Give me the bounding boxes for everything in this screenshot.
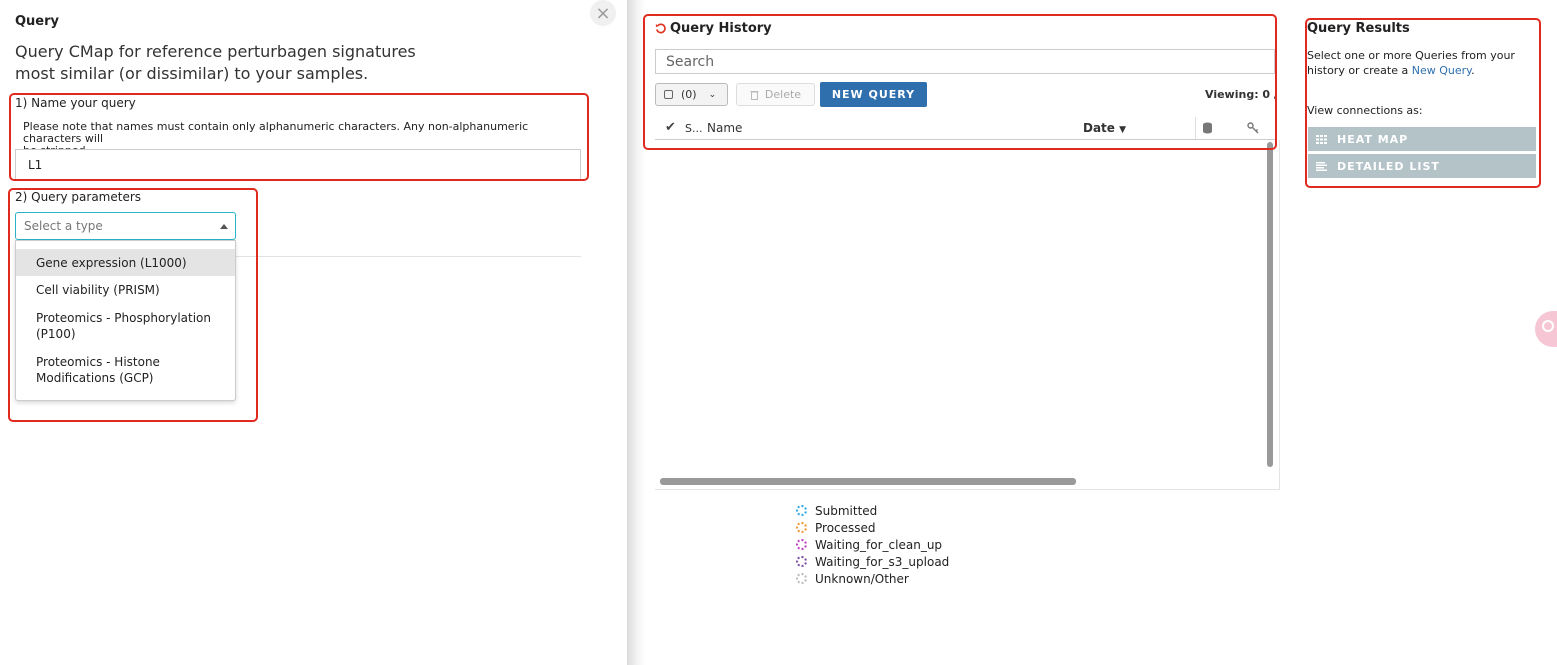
query-history-panel: Query History Search (0) ⌄ Delete NEW QU… xyxy=(643,0,1295,665)
chevron-down-icon: ⌄ xyxy=(708,89,717,100)
view-as-label: View connections as: xyxy=(1307,104,1423,117)
query-panel-title: Query xyxy=(15,14,60,29)
new-query-link[interactable]: New Query xyxy=(1412,64,1471,77)
legend-label: Processed xyxy=(815,520,876,535)
type-dropdown: Gene expression (L1000) Cell viability (… xyxy=(15,240,236,401)
trash-icon xyxy=(750,90,759,100)
legend-item-waiting-clean-up: Waiting_for_clean_up xyxy=(796,536,949,553)
results-text-suffix: . xyxy=(1471,64,1475,77)
date-column-label: Date xyxy=(1083,121,1115,135)
legend-item-processed: Processed xyxy=(796,519,949,536)
check-all-icon[interactable]: ✔ xyxy=(665,120,676,135)
history-table-header: ✔ S... Name Date ▼ xyxy=(655,117,1275,140)
list-icon xyxy=(1316,161,1327,171)
grid-icon xyxy=(1316,134,1327,144)
caret-up-icon xyxy=(220,224,228,229)
type-option-histone[interactable]: Proteomics - Histone Modifications (GCP) xyxy=(16,348,235,392)
select-all-dropdown[interactable]: (0) ⌄ xyxy=(655,83,728,106)
section-divider xyxy=(236,256,581,257)
option-label-line-2: (P100) xyxy=(36,327,76,341)
name-note-line-1: Please note that names must contain only… xyxy=(23,120,529,145)
name-section-label: 1) Name your query xyxy=(15,96,136,110)
type-option-phosphorylation[interactable]: Proteomics - Phosphorylation (P100) xyxy=(16,304,235,348)
spinner-icon xyxy=(796,522,807,533)
query-name-input[interactable]: L1 xyxy=(15,149,581,181)
history-title: Query History xyxy=(670,21,772,36)
legend-label: Waiting_for_clean_up xyxy=(815,537,943,552)
new-query-button[interactable]: NEW QUERY xyxy=(820,82,927,107)
column-divider xyxy=(1195,117,1196,139)
type-select-placeholder: Select a type xyxy=(24,219,103,233)
date-column-header[interactable]: Date ▼ xyxy=(1083,121,1126,135)
status-column-header[interactable]: S... xyxy=(685,122,702,135)
name-column-header[interactable]: Name xyxy=(707,121,742,135)
spinner-icon xyxy=(796,505,807,516)
panel-shadow xyxy=(627,0,645,665)
results-description: Select one or more Queries from your his… xyxy=(1307,48,1537,78)
type-select[interactable]: Select a type xyxy=(15,212,236,240)
option-label-line-1: Proteomics - Histone xyxy=(36,355,160,369)
vertical-scrollbar[interactable] xyxy=(1267,142,1273,467)
option-label: Cell viability (PRISM) xyxy=(36,283,160,297)
widget-icon xyxy=(1542,320,1554,332)
history-table-body[interactable] xyxy=(655,140,1280,490)
legend-label: Waiting_for_s3_upload xyxy=(815,554,950,569)
heat-map-button[interactable]: HEAT MAP xyxy=(1308,127,1536,151)
heat-map-label: HEAT MAP xyxy=(1337,132,1409,146)
query-results-panel: Query Results Select one or more Queries… xyxy=(1305,0,1545,200)
legend-item-submitted: Submitted xyxy=(796,502,949,519)
delete-button[interactable]: Delete xyxy=(736,83,815,106)
results-title: Query Results xyxy=(1307,21,1410,36)
detailed-list-button[interactable]: DETAILED LIST xyxy=(1308,154,1536,178)
database-icon xyxy=(1203,122,1212,134)
query-panel: Query × Query CMap for reference perturb… xyxy=(0,0,627,665)
legend-item-unknown: Unknown/Other xyxy=(796,570,949,587)
history-icon xyxy=(655,23,666,34)
selected-count: (0) xyxy=(681,88,697,101)
history-search-input[interactable]: Search xyxy=(655,49,1275,74)
floating-widget[interactable] xyxy=(1535,311,1557,347)
description-line-2: most similar (or dissimilar) to your sam… xyxy=(15,64,369,83)
checkbox-icon[interactable] xyxy=(664,90,673,99)
type-option-gene-expression[interactable]: Gene expression (L1000) xyxy=(16,249,235,276)
params-section-label: 2) Query parameters xyxy=(15,190,142,204)
close-icon: × xyxy=(595,2,611,24)
spinner-icon xyxy=(796,573,807,584)
status-legend: Submitted Processed Waiting_for_clean_up… xyxy=(796,502,949,587)
detailed-list-label: DETAILED LIST xyxy=(1337,159,1440,173)
sort-desc-icon: ▼ xyxy=(1119,125,1127,135)
legend-item-waiting-s3-upload: Waiting_for_s3_upload xyxy=(796,553,949,570)
description-line-1: Query CMap for reference perturbagen sig… xyxy=(15,42,416,61)
viewing-count: Viewing: 0 / 0 xyxy=(1205,88,1277,101)
legend-label: Submitted xyxy=(815,503,878,518)
key-icon xyxy=(1247,122,1259,134)
option-label-line-1: Proteomics - Phosphorylation xyxy=(36,311,212,325)
spinner-icon xyxy=(796,539,807,550)
query-description: Query CMap for reference perturbagen sig… xyxy=(15,41,575,85)
type-option-cell-viability[interactable]: Cell viability (PRISM) xyxy=(16,276,235,304)
close-button[interactable]: × xyxy=(590,0,616,26)
legend-label: Unknown/Other xyxy=(815,571,909,586)
option-label-line-2: Modifications (GCP) xyxy=(36,371,154,385)
delete-label: Delete xyxy=(764,88,802,101)
history-header: Query History xyxy=(655,21,772,36)
option-label: Gene expression (L1000) xyxy=(36,255,187,270)
spinner-icon xyxy=(796,556,807,567)
results-text-line-2: history or create a New Query. xyxy=(1307,63,1537,78)
horizontal-scrollbar[interactable] xyxy=(660,478,1076,485)
results-text-line-1: Select one or more Queries from your xyxy=(1307,49,1515,62)
results-text-prefix: history or create a xyxy=(1307,64,1412,77)
